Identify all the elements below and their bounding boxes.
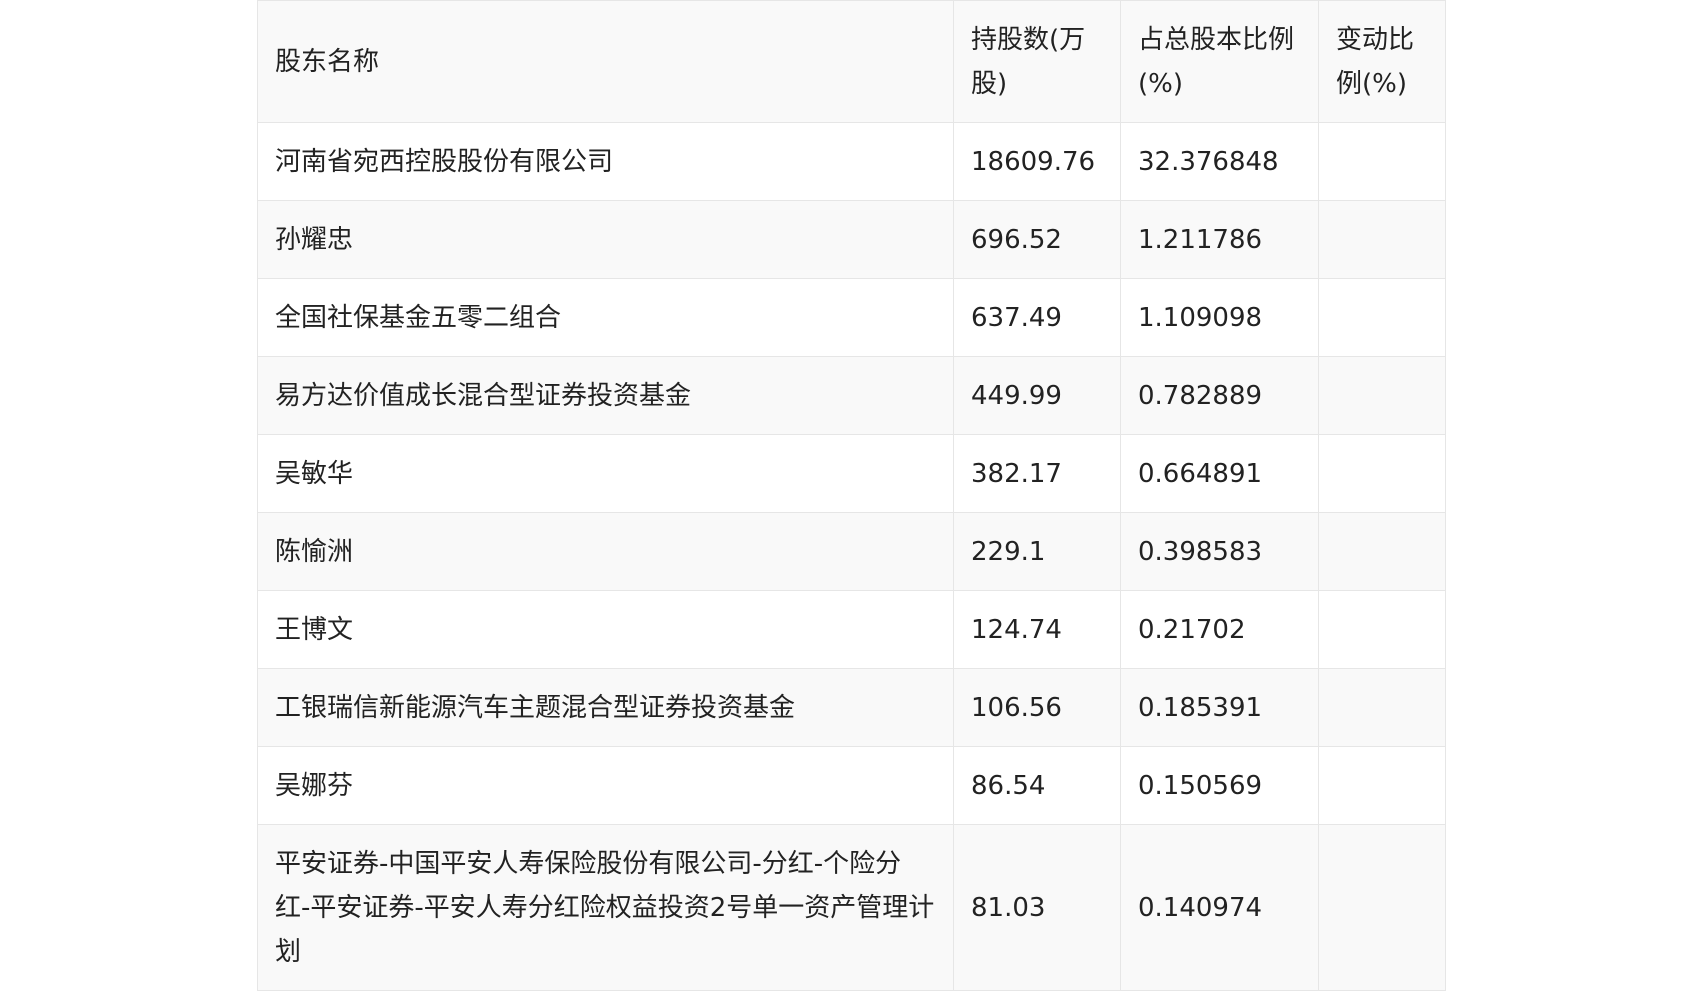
table-row: 吴敏华 382.17 0.664891 [257, 434, 1446, 513]
cell-shares: 18609.76 [953, 122, 1121, 201]
cell-name: 工银瑞信新能源汽车主题混合型证券投资基金 [257, 668, 954, 747]
cell-change [1318, 824, 1446, 991]
cell-name: 平安证券-中国平安人寿保险股份有限公司-分红-个险分红-平安证券-平安人寿分红险… [257, 824, 954, 991]
cell-change [1318, 746, 1446, 825]
cell-change [1318, 668, 1446, 747]
cell-ratio: 0.140974 [1120, 824, 1319, 991]
cell-ratio: 1.109098 [1120, 278, 1319, 357]
header-shares: 持股数(万股) [953, 0, 1121, 123]
cell-name: 吴敏华 [257, 434, 954, 513]
cell-name: 河南省宛西控股股份有限公司 [257, 122, 954, 201]
cell-change [1318, 512, 1446, 591]
cell-shares: 696.52 [953, 200, 1121, 279]
table-header-row: 股东名称 持股数(万股) 占总股本比例(%) 变动比例(%) [257, 0, 1446, 123]
cell-name: 孙耀忠 [257, 200, 954, 279]
shareholder-table-container: 股东名称 持股数(万股) 占总股本比例(%) 变动比例(%) 河南省宛西控股股份… [257, 0, 1446, 991]
table-row: 陈愉洲 229.1 0.398583 [257, 512, 1446, 591]
cell-shares: 229.1 [953, 512, 1121, 591]
cell-shares: 637.49 [953, 278, 1121, 357]
cell-ratio: 0.150569 [1120, 746, 1319, 825]
cell-shares: 81.03 [953, 824, 1121, 991]
table-row: 吴娜芬 86.54 0.150569 [257, 746, 1446, 825]
table-row: 平安证券-中国平安人寿保险股份有限公司-分红-个险分红-平安证券-平安人寿分红险… [257, 824, 1446, 991]
cell-name: 陈愉洲 [257, 512, 954, 591]
cell-shares: 124.74 [953, 590, 1121, 669]
cell-ratio: 0.664891 [1120, 434, 1319, 513]
cell-ratio: 32.376848 [1120, 122, 1319, 201]
cell-ratio: 0.185391 [1120, 668, 1319, 747]
cell-name: 全国社保基金五零二组合 [257, 278, 954, 357]
cell-ratio: 0.782889 [1120, 356, 1319, 435]
cell-shares: 382.17 [953, 434, 1121, 513]
cell-change [1318, 434, 1446, 513]
header-ratio: 占总股本比例(%) [1120, 0, 1319, 123]
table-row: 工银瑞信新能源汽车主题混合型证券投资基金 106.56 0.185391 [257, 668, 1446, 747]
cell-shares: 86.54 [953, 746, 1121, 825]
cell-change [1318, 590, 1446, 669]
header-shareholder-name: 股东名称 [257, 0, 954, 123]
cell-ratio: 0.21702 [1120, 590, 1319, 669]
cell-name: 易方达价值成长混合型证券投资基金 [257, 356, 954, 435]
cell-change [1318, 122, 1446, 201]
table-row: 易方达价值成长混合型证券投资基金 449.99 0.782889 [257, 356, 1446, 435]
table-row: 王博文 124.74 0.21702 [257, 590, 1446, 669]
cell-shares: 106.56 [953, 668, 1121, 747]
table-row: 孙耀忠 696.52 1.211786 [257, 200, 1446, 279]
table-row: 河南省宛西控股股份有限公司 18609.76 32.376848 [257, 122, 1446, 201]
header-change: 变动比例(%) [1318, 0, 1446, 123]
cell-change [1318, 278, 1446, 357]
cell-ratio: 0.398583 [1120, 512, 1319, 591]
cell-ratio: 1.211786 [1120, 200, 1319, 279]
cell-shares: 449.99 [953, 356, 1121, 435]
table-row: 全国社保基金五零二组合 637.49 1.109098 [257, 278, 1446, 357]
cell-name: 吴娜芬 [257, 746, 954, 825]
shareholder-table: 股东名称 持股数(万股) 占总股本比例(%) 变动比例(%) 河南省宛西控股股份… [257, 0, 1446, 991]
cell-change [1318, 200, 1446, 279]
cell-name: 王博文 [257, 590, 954, 669]
cell-change [1318, 356, 1446, 435]
